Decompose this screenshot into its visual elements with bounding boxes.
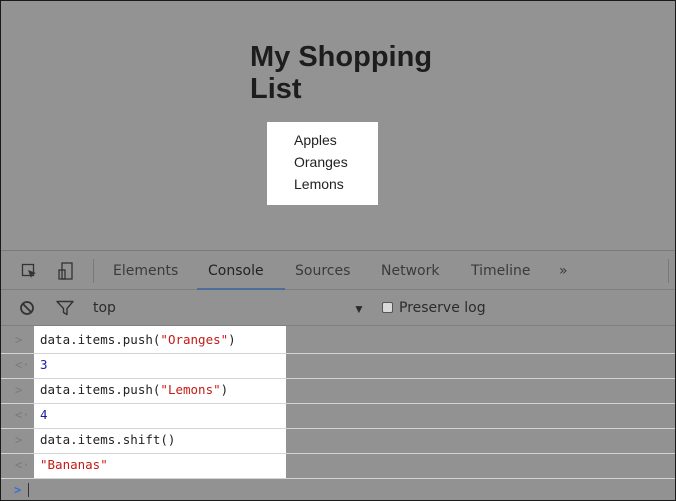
console-prompt[interactable]: > xyxy=(1,481,675,499)
context-selector[interactable]: top xyxy=(93,298,116,318)
tab-console[interactable]: Console xyxy=(208,261,264,281)
output-arrow-icon: <· xyxy=(15,458,30,472)
list-item: Lemons xyxy=(294,176,344,192)
console-input: data.items.shift() xyxy=(40,432,176,447)
input-prompt-icon: > xyxy=(15,383,23,397)
preserve-log-checkbox[interactable] xyxy=(382,302,393,313)
device-mode-icon[interactable] xyxy=(56,261,76,281)
console-result: 3 xyxy=(40,357,48,372)
console-input-row: > data.items.push("Lemons") xyxy=(1,378,675,404)
console-output: > data.items.push("Oranges") <· 3 > data… xyxy=(1,326,675,500)
console-result-row: <· 3 xyxy=(1,353,675,379)
tab-timeline[interactable]: Timeline xyxy=(471,261,531,281)
devtools-panel: Elements Console Sources Network Timelin… xyxy=(1,250,675,500)
tab-sources[interactable]: Sources xyxy=(295,261,350,281)
list-item: Apples xyxy=(294,132,337,148)
chevron-down-icon[interactable]: ▼ xyxy=(353,299,365,319)
page-title: My Shopping List xyxy=(250,41,433,105)
console-filter-bar: top ▼ Preserve log xyxy=(1,290,675,326)
console-input: data.items.push("Lemons") xyxy=(40,382,229,397)
page-viewport: My Shopping List Apples Oranges Lemons xyxy=(1,1,675,250)
text-cursor xyxy=(28,483,29,497)
console-result-row: <· 4 xyxy=(1,403,675,429)
console-input-row: > data.items.shift() xyxy=(1,428,675,454)
prompt-caret-icon: > xyxy=(14,483,22,497)
console-result: "Bananas" xyxy=(40,457,108,472)
toolbar-divider xyxy=(668,259,669,283)
devtools-tab-bar: Elements Console Sources Network Timelin… xyxy=(1,250,675,290)
console-result-row: <· "Bananas" xyxy=(1,453,675,479)
input-prompt-icon: > xyxy=(15,433,23,447)
more-tabs-button[interactable]: » xyxy=(559,261,568,281)
toolbar-divider xyxy=(93,259,94,283)
input-prompt-icon: > xyxy=(15,333,23,347)
clear-console-icon[interactable] xyxy=(17,298,37,318)
console-input: data.items.push("Oranges") xyxy=(40,332,236,347)
tab-network[interactable]: Network xyxy=(381,261,439,281)
preserve-log-label[interactable]: Preserve log xyxy=(399,298,486,318)
console-input-row: > data.items.push("Oranges") xyxy=(1,328,675,354)
filter-icon[interactable] xyxy=(55,298,75,318)
shopping-list: Apples Oranges Lemons xyxy=(267,122,378,205)
console-result: 4 xyxy=(40,407,48,422)
inspect-element-icon[interactable] xyxy=(19,261,39,281)
output-arrow-icon: <· xyxy=(15,358,30,372)
tab-elements[interactable]: Elements xyxy=(113,261,178,281)
list-item: Oranges xyxy=(294,154,348,170)
screenshot-frame: My Shopping List Apples Oranges Lemons E… xyxy=(0,0,676,501)
output-arrow-icon: <· xyxy=(15,408,30,422)
